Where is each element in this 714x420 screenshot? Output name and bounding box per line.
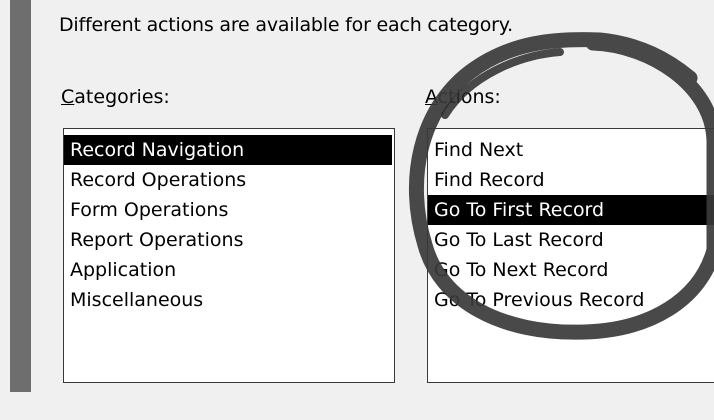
dialog-description: Different actions are available for each… bbox=[59, 14, 513, 36]
actions-item[interactable]: Go To Last Record bbox=[428, 225, 714, 255]
actions-label-accel: A bbox=[425, 86, 438, 108]
actions-item[interactable]: Go To Next Record bbox=[428, 255, 714, 285]
categories-item[interactable]: Record Navigation bbox=[64, 135, 392, 165]
categories-item[interactable]: Record Operations bbox=[64, 165, 392, 195]
categories-item[interactable]: Application bbox=[64, 255, 392, 285]
categories-label: Categories: bbox=[61, 86, 170, 108]
actions-listbox[interactable]: Find Next Find Record Go To First Record… bbox=[427, 128, 714, 383]
actions-label: Actions: bbox=[425, 86, 501, 108]
categories-label-rest: ategories: bbox=[74, 86, 170, 108]
categories-label-accel: C bbox=[61, 86, 75, 108]
actions-label-rest: ctions: bbox=[437, 86, 501, 108]
actions-item[interactable]: Go To Previous Record bbox=[428, 285, 714, 315]
left-edge-bar bbox=[10, 0, 31, 392]
categories-item[interactable]: Miscellaneous bbox=[64, 285, 392, 315]
categories-item[interactable]: Form Operations bbox=[64, 195, 392, 225]
actions-item[interactable]: Find Record bbox=[428, 165, 714, 195]
categories-item[interactable]: Report Operations bbox=[64, 225, 392, 255]
actions-item[interactable]: Go To First Record bbox=[428, 195, 714, 225]
actions-item[interactable]: Find Next bbox=[428, 135, 714, 165]
categories-listbox[interactable]: Record Navigation Record Operations Form… bbox=[63, 128, 395, 383]
